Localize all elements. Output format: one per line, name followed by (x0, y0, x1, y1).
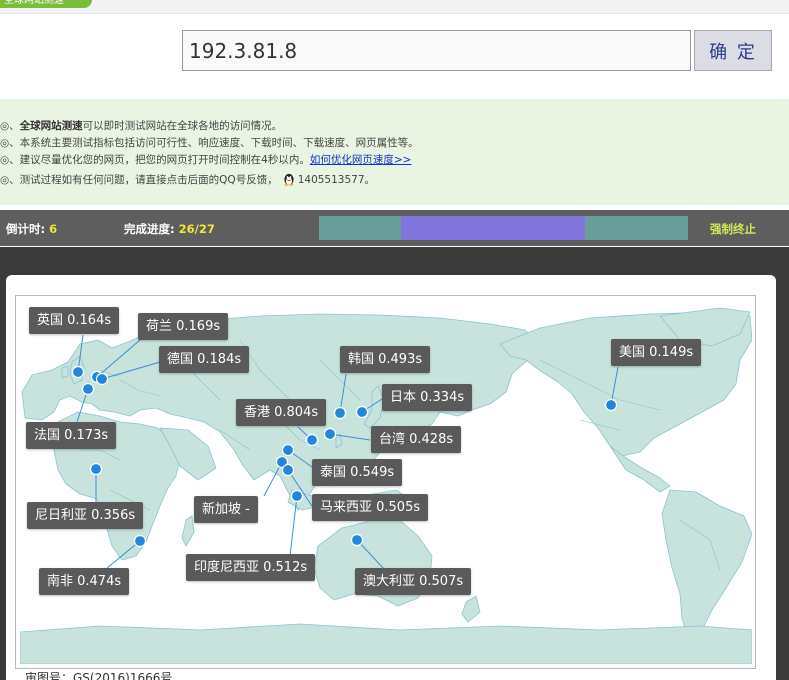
map-label-id[interactable]: 印度尼西亚 0.512s (186, 554, 316, 581)
progress-bar-fill (401, 216, 585, 240)
info-line-1-bold: 全球网站测速 (19, 120, 83, 132)
map-label-nl[interactable]: 荷兰 0.169s (138, 313, 229, 340)
info-line-4-text: 测试过程如有任何问题，请直接点击后面的QQ号反馈， (19, 174, 278, 186)
map-label-tw[interactable]: 台湾 0.428s (371, 426, 462, 453)
map-label-fr[interactable]: 法国 0.173s (26, 422, 117, 449)
south-america-shape (661, 489, 752, 639)
bullet: ◎、 (0, 120, 20, 132)
map-label-ng[interactable]: 尼日利亚 0.356s (27, 502, 144, 529)
url-input[interactable] (182, 30, 691, 71)
countdown-label: 倒计时: (6, 222, 46, 236)
progress-label: 完成进度: (124, 222, 175, 236)
progress-status: 完成进度: 26/27 (124, 221, 215, 237)
header-tab[interactable]: 全球网站测速 (0, 0, 92, 8)
bullet: ◎、 (0, 174, 20, 186)
confirm-button[interactable]: 确 定 (694, 30, 772, 71)
force-stop-button[interactable]: 强制终止 (710, 221, 756, 237)
countdown: 倒计时: 6 (6, 221, 57, 237)
new-zealand-shape (461, 595, 481, 623)
map-label-sg[interactable]: 新加坡 - (194, 496, 258, 523)
map-label-uk[interactable]: 英国 0.164s (29, 307, 120, 334)
info-line-2: ◎、本系统主要测试指标包括访问可行性、响应速度、下载时间、下载速度、网页属性等。 (0, 136, 419, 150)
info-line-1: ◎、全球网站测速可以即时测试网站在全球各地的访问情况。 (0, 119, 282, 133)
map-approval-number: 审图号：GS(2016)1666号 (25, 671, 173, 680)
map-label-hk[interactable]: 香港 0.804s (236, 399, 327, 426)
bullet: ◎、 (0, 137, 20, 149)
map-label-us[interactable]: 美国 0.149s (611, 339, 702, 366)
qq-penguin-icon[interactable] (282, 172, 296, 186)
progress-value: 26/27 (178, 222, 215, 236)
page-root: 全球网站测速 确 定 ◎、全球网站测速可以即时测试网站在全球各地的访问情况。 ◎… (0, 0, 789, 680)
optimize-speed-link[interactable]: 如何优化网页速度>> (310, 154, 412, 166)
map-label-th[interactable]: 泰国 0.549s (312, 459, 403, 486)
bullet: ◎、 (0, 154, 20, 166)
progress-bar (319, 216, 688, 240)
map-label-my[interactable]: 马来西亚 0.505s (312, 494, 429, 521)
map-label-kr[interactable]: 韩国 0.493s (340, 346, 431, 373)
info-line-3: ◎、建议尽量优化您的网页，把您的网页打开时间控制在4秒以内。如何优化网页速度>> (0, 153, 411, 167)
info-line-3-text: 建议尽量优化您的网页，把您的网页打开时间控制在4秒以内。 (19, 154, 310, 166)
info-line-2-text: 本系统主要测试指标包括访问可行性、响应速度、下载时间、下载速度、网页属性等。 (19, 137, 419, 149)
qq-number[interactable]: 1405513577。 (298, 174, 375, 186)
info-panel: ◎、全球网站测速可以即时测试网站在全球各地的访问情况。 ◎、本系统主要测试指标包… (0, 99, 789, 205)
top-strip: 全球网站测速 (0, 0, 789, 14)
map-label-au[interactable]: 澳大利亚 0.507s (355, 568, 472, 595)
map-label-de[interactable]: 德国 0.184s (159, 346, 250, 373)
madagascar-shape (181, 515, 195, 547)
central-america-shape (609, 445, 671, 493)
map-label-za[interactable]: 南非 0.474s (39, 568, 130, 595)
info-line-1-text: 可以即时测试网站在全球各地的访问情况。 (82, 120, 283, 132)
countdown-value: 6 (49, 222, 58, 236)
progress-row: 倒计时: 6 完成进度: 26/27 强制终止 (0, 210, 789, 246)
info-line-4: ◎、测试过程如有任何问题，请直接点击后面的QQ号反馈， 1405513577。 (0, 172, 375, 187)
ireland-shape (61, 365, 69, 379)
map-label-jp[interactable]: 日本 0.334s (382, 384, 473, 411)
antarctica-shape (20, 623, 752, 664)
